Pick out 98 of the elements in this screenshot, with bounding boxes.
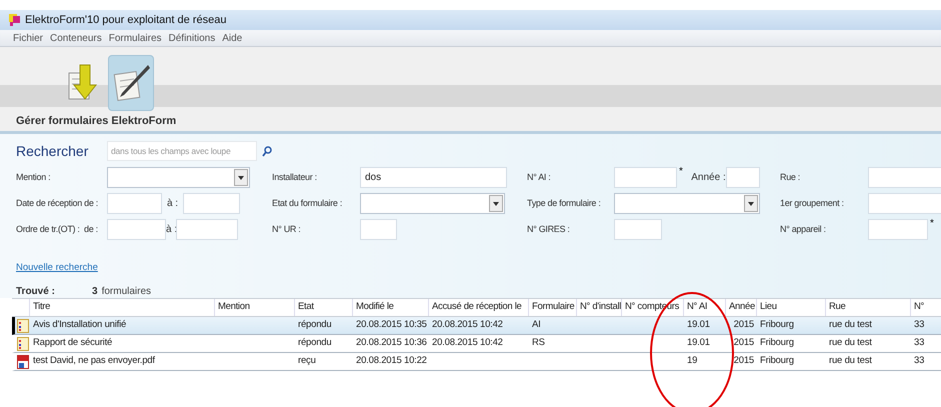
required-mark: * <box>929 219 935 229</box>
field-label: 1er groupement : <box>780 196 845 210</box>
table-cell-text: 20.08.2015 10:36 <box>355 336 428 350</box>
table-cell-text: rue du test <box>828 354 873 368</box>
search-heading: Rechercher <box>16 142 90 160</box>
dropdown[interactable] <box>614 193 760 214</box>
dropdown[interactable] <box>360 193 505 214</box>
field-label: à : <box>166 197 180 211</box>
menu-item[interactable]: Définitions <box>168 30 216 46</box>
menu-item[interactable]: Conteneurs <box>50 30 102 46</box>
found-label: Trouvé : <box>16 285 56 299</box>
toolbar-button[interactable] <box>108 55 154 111</box>
field-label: Date de réception de : <box>16 196 99 210</box>
search-field[interactable]: dans tous les champs avec loupe <box>107 141 257 161</box>
field-label: Etat du formulaire : <box>272 196 344 210</box>
field-label: N° UR : <box>272 222 302 236</box>
caret-icon <box>238 176 244 180</box>
field-label: Année : <box>691 171 726 185</box>
caret-icon <box>493 202 499 206</box>
table-cell-text: 19.01 <box>686 318 711 332</box>
table-row[interactable]: Avis d'Installation unifié répondu 20.08.2015 10:35 20.08.2015 10:42 AI 19.01 2015 Fribourg rue du test 33 <box>12 317 941 335</box>
window-title: ElektroForm'10 pour exploitant de réseau <box>25 12 226 28</box>
new-search-link[interactable]: Nouvelle recherche <box>16 262 98 273</box>
table-cell-text: répondu <box>297 318 332 332</box>
table-cell-text: 20.08.2015 10:22 <box>355 354 428 368</box>
table-cell-text: 19 <box>686 354 698 368</box>
field-label: N° appareil : <box>780 222 827 236</box>
column-header[interactable]: Titre <box>30 299 215 316</box>
table-cell-text: Rapport de sécurité <box>32 336 114 350</box>
column-header[interactable]: Accusé de réception le <box>429 299 529 316</box>
field-label: N° AI : <box>527 170 552 184</box>
text-field[interactable] <box>614 219 662 240</box>
field-label: Installateur : <box>272 170 318 184</box>
column-header[interactable]: Mention <box>215 299 295 316</box>
text-field[interactable] <box>176 219 238 240</box>
text-field[interactable] <box>360 219 397 240</box>
menu-item[interactable]: Fichier <box>13 30 44 46</box>
column-header[interactable]: Année <box>726 299 757 316</box>
found-count: 3 <box>92 285 98 299</box>
table-cell-text: AI <box>531 318 542 332</box>
menu-item[interactable]: Aide <box>222 30 242 46</box>
table-cell-text: 19.01 <box>686 336 711 350</box>
table-cell-text: 2015 <box>732 336 755 350</box>
required-mark: * <box>678 167 684 177</box>
table-cell-text: 33 <box>913 318 926 332</box>
field-label: à : <box>166 223 176 237</box>
app-logo-icon <box>8 13 21 27</box>
table-cell-text: RS <box>531 336 546 350</box>
table-cell-text: 20.08.2015 10:42 <box>431 318 504 332</box>
table-cell-text: 33 <box>913 336 926 350</box>
table-cell-text: test David, ne pas envoyer.pdf <box>32 354 156 368</box>
table-cell-text: Fribourg <box>759 318 795 332</box>
search-icon[interactable] <box>262 146 272 156</box>
column-header[interactable]: Etat <box>295 299 353 316</box>
dropdown[interactable] <box>107 167 250 188</box>
text-field[interactable]: dos <box>360 167 507 188</box>
form-icon <box>16 318 28 332</box>
column-header[interactable]: N° <box>911 299 941 316</box>
table-cell-text: Avis d'Installation unifié <box>32 318 128 332</box>
column-header[interactable]: Formulaire <box>529 299 577 316</box>
text-field[interactable] <box>107 219 166 240</box>
table-cell-text: 33 <box>913 354 926 368</box>
caret-icon <box>748 202 754 206</box>
table-row[interactable]: Rapport de sécurité répondu 20.08.2015 10:36 20.08.2015 10:42 RS 19.01 2015 Fribourg rue du test 33 <box>12 335 941 353</box>
table-cell-text: rue du test <box>828 336 873 350</box>
table-cell-text: Fribourg <box>759 354 795 368</box>
table-cell-text: 20.08.2015 10:42 <box>431 336 504 350</box>
column-header[interactable]: N° AI <box>684 299 726 316</box>
table-row[interactable]: test David, ne pas envoyer.pdf reçu 20.08.2015 10:22 19 2015 Fribourg rue du test 33 <box>12 353 941 371</box>
table-cell-text: 2015 <box>732 318 755 332</box>
document-pen-icon <box>112 63 150 103</box>
text-field[interactable] <box>614 167 677 188</box>
text-field[interactable] <box>183 193 240 214</box>
section-title: Gérer formulaires ElektroForm <box>16 114 176 129</box>
table-cell-text: répondu <box>297 336 332 350</box>
table-cell-text: 20.08.2015 10:35 <box>355 318 428 332</box>
pdf-file-icon <box>16 354 28 368</box>
table-cell-text: 2015 <box>732 354 755 368</box>
field-label: N° GIRES : <box>527 222 571 236</box>
form-icon <box>16 336 28 350</box>
column-header[interactable]: N° d'install <box>577 299 622 316</box>
text-field[interactable] <box>868 219 928 240</box>
text-field[interactable] <box>868 193 941 214</box>
table-cell-text: rue du test <box>828 318 873 332</box>
column-header[interactable]: Lieu <box>757 299 826 316</box>
text-field[interactable] <box>107 193 162 214</box>
table-cell-text: Fribourg <box>759 336 795 350</box>
menu-item[interactable]: Formulaires <box>108 30 162 46</box>
text-field[interactable] <box>868 167 941 188</box>
field-label: Mention : <box>16 170 52 184</box>
table-cell-text: reçu <box>297 354 317 368</box>
column-header[interactable]: Rue <box>826 299 911 316</box>
field-label: Type de formulaire : <box>527 196 602 210</box>
field-label: Ordre de tr.(OT) : de : <box>16 222 99 236</box>
found-unit: formulaires <box>102 285 152 299</box>
text-field[interactable] <box>726 167 760 188</box>
field-label: Rue : <box>780 170 802 184</box>
column-header[interactable]: Modifié le <box>353 299 429 316</box>
